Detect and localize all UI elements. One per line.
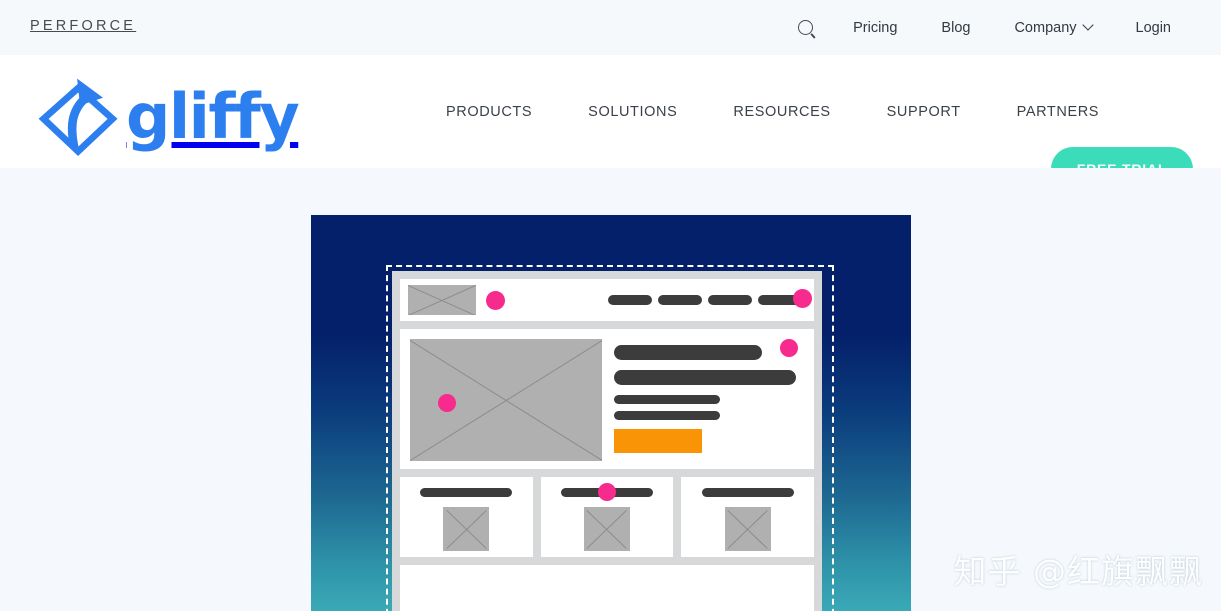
wireframe-nav-links xyxy=(608,295,806,305)
search-icon xyxy=(798,20,814,35)
watermark-text: 知乎 @红旗飘飘 xyxy=(953,552,1203,591)
topnav-label-company: Company xyxy=(1014,19,1077,36)
wireframe-card-image-placeholder xyxy=(584,507,630,551)
wireframe-nav-link xyxy=(608,295,652,305)
nav-item-support[interactable]: SUPPORT xyxy=(859,104,989,120)
nav-item-solutions[interactable]: SOLUTIONS xyxy=(560,104,705,120)
topnav-item-pricing[interactable]: Pricing xyxy=(831,20,919,36)
wireframe-card-image-placeholder xyxy=(724,507,771,551)
wireframe-nav-link xyxy=(658,295,702,305)
wireframe-card xyxy=(681,477,815,557)
wireframe-footer-panel xyxy=(400,565,814,611)
wireframe-logo-placeholder xyxy=(408,285,476,315)
wireframe-text-bar xyxy=(614,370,797,385)
nav-item-resources[interactable]: RESOURCES xyxy=(705,104,858,120)
topnav-label-pricing: Pricing xyxy=(853,19,898,36)
wireframe-card-title-bar xyxy=(420,488,513,497)
top-utility-nav: Pricing Blog Company Login xyxy=(780,0,1193,55)
wireframe-card-image-placeholder xyxy=(443,507,490,551)
wireframe-nav-panel xyxy=(400,279,814,321)
wireframe-text-bar xyxy=(614,345,763,360)
hero-section: 知乎 @红旗飘飘 xyxy=(0,168,1221,611)
main-navigation-bar: gliffy PRODUCTS SOLUTIONS RESOURCES SUPP… xyxy=(0,55,1221,191)
wireframe-card-title-bar xyxy=(701,488,794,497)
wireframe-nav-link xyxy=(708,295,752,305)
wireframe-hero-copy xyxy=(614,339,804,459)
gliffy-wordmark: gliffy xyxy=(126,80,300,153)
wireframe-hero-panel xyxy=(400,329,814,469)
accent-dot xyxy=(793,289,812,308)
topnav-item-login[interactable]: Login xyxy=(1114,20,1193,36)
accent-dot xyxy=(598,483,616,501)
wireframe-card xyxy=(400,477,533,557)
primary-nav: PRODUCTS SOLUTIONS RESOURCES SUPPORT PAR… xyxy=(440,55,1127,168)
accent-dot xyxy=(438,394,456,412)
hero-wireframe-illustration xyxy=(311,215,911,611)
wireframe-cta-button xyxy=(614,429,702,453)
nav-item-products[interactable]: PRODUCTS xyxy=(440,104,560,120)
wireframe-card xyxy=(540,477,674,557)
search-button[interactable] xyxy=(780,20,831,35)
perforce-brand-logo[interactable]: PERFORCE xyxy=(30,18,136,34)
top-utility-bar: PERFORCE Pricing Blog Company Login xyxy=(0,0,1221,55)
topnav-label-login: Login xyxy=(1135,19,1171,36)
wireframe-text-bar xyxy=(614,395,721,404)
accent-dot xyxy=(780,339,798,357)
chevron-down-icon xyxy=(1081,18,1094,31)
gliffy-diamond-arrow-icon xyxy=(38,78,118,157)
accent-dot xyxy=(486,291,505,310)
topnav-label-blog: Blog xyxy=(941,19,971,36)
gliffy-logo[interactable]: gliffy xyxy=(32,69,300,161)
wireframe-text-bar xyxy=(614,411,721,420)
topnav-item-company[interactable]: Company xyxy=(992,18,1113,36)
topnav-item-blog[interactable]: Blog xyxy=(919,20,992,36)
wireframe-card-row xyxy=(400,477,815,557)
nav-item-partners[interactable]: PARTNERS xyxy=(989,104,1127,120)
wireframe-canvas xyxy=(392,271,822,611)
